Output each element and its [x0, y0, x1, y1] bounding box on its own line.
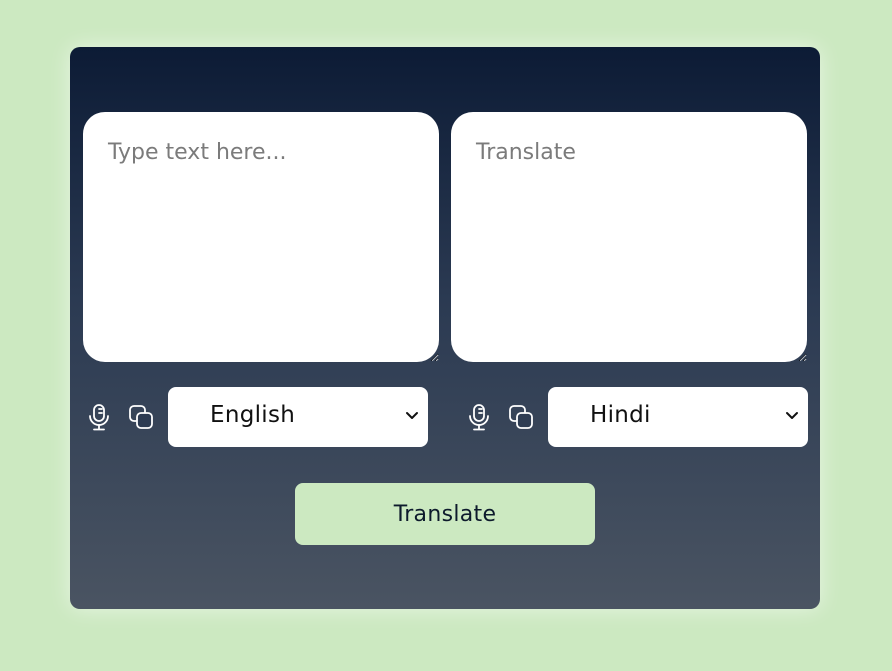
target-language-value: Hindi: [590, 402, 651, 428]
target-controls: Hindi: [464, 387, 808, 447]
target-microphone-icon[interactable]: [464, 402, 494, 432]
translated-text-output[interactable]: [451, 112, 807, 362]
chevron-down-icon: [786, 412, 798, 419]
target-language-select[interactable]: Hindi: [548, 387, 808, 447]
source-language-value: English: [210, 402, 296, 428]
source-copy-icon[interactable]: [126, 402, 156, 432]
source-microphone-icon[interactable]: [84, 402, 114, 432]
source-language-select[interactable]: English: [168, 387, 428, 447]
chevron-down-icon: [406, 412, 418, 419]
source-controls: English: [84, 387, 428, 447]
target-copy-icon[interactable]: [506, 402, 536, 432]
translate-button[interactable]: Translate: [295, 483, 595, 545]
translator-card: English Hindi: [70, 47, 820, 609]
source-text-input[interactable]: [83, 112, 439, 362]
